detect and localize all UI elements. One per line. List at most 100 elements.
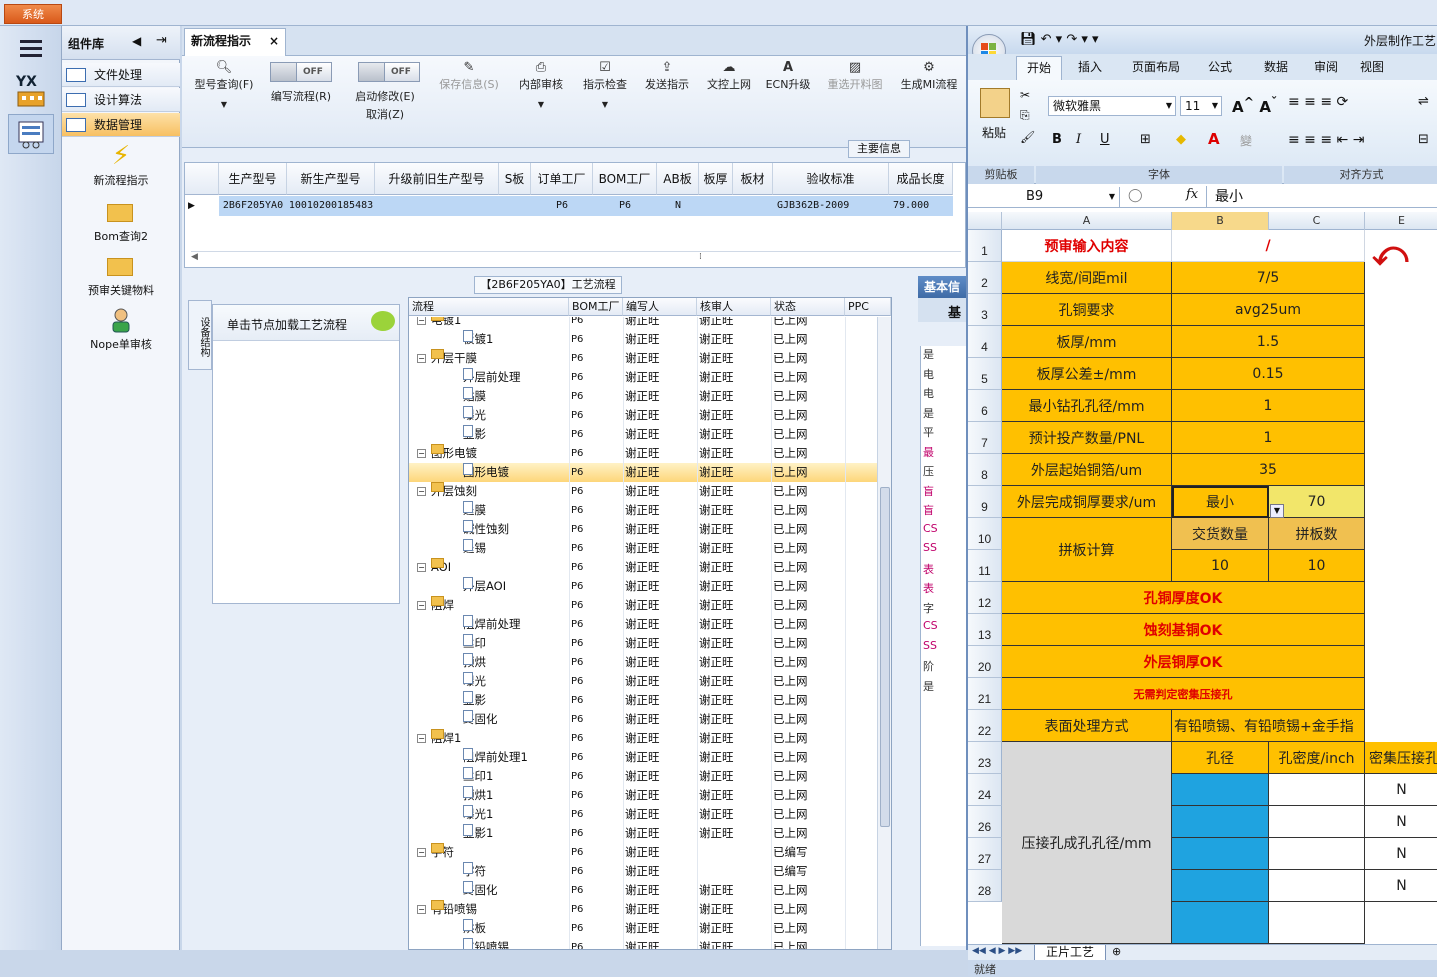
column-header-a[interactable]: A [1002,212,1172,230]
cell-c10[interactable]: 拼板数 [1269,518,1365,550]
cell-a23[interactable]: 压接孔成孔孔径/mm [1002,742,1172,944]
scrollbar-thumb[interactable] [880,487,890,827]
tree-row[interactable]: 字符 P6 谢正旺 已编写 [409,862,891,881]
grid-column-header[interactable]: 升级前旧生产型号 [375,163,499,195]
grid-cell[interactable]: 2B6F205YA0 [219,196,287,216]
row-header[interactable]: 20 [968,646,1002,678]
name-box[interactable]: B9 ▼ [968,187,1120,207]
row-header[interactable]: 5 [968,358,1002,390]
grid-column-header[interactable]: BOM工厂 [593,163,657,195]
ribbon-tab[interactable]: 页面布局 [1132,58,1180,75]
collapse-toggle-icon[interactable]: − [417,487,426,496]
row-header[interactable]: 4 [968,326,1002,358]
tree-row[interactable]: 阻焊− P6 谢正旺 谢正旺 已上网 [409,596,891,615]
cell-b3[interactable]: avg25um [1172,294,1365,326]
row-header[interactable]: 7 [968,422,1002,454]
tree-row[interactable]: 烘板 P6 谢正旺 谢正旺 已上网 [409,919,891,938]
ribbon-tab[interactable]: 审阅 [1314,58,1338,75]
grid-column-header[interactable]: 成品长度 [889,163,953,195]
collapse-toggle-icon[interactable]: − [417,905,426,914]
tree-row[interactable]: 显影1 P6 谢正旺 谢正旺 已上网 [409,824,891,843]
grid-cell[interactable] [375,196,499,216]
grid-column-header[interactable]: 验收标准 [773,163,889,195]
cell-b29[interactable] [1172,902,1269,944]
collapse-toggle-icon[interactable]: − [417,848,426,857]
cell-a10[interactable]: 拼板计算 [1002,518,1172,582]
basic-info-tab[interactable]: 基本信 [918,276,966,298]
ribbon-tab[interactable]: 数据 [1264,58,1288,75]
row-header[interactable]: 21 [968,678,1002,710]
cell-a7[interactable]: 预计投产数量/PNL [1002,422,1172,454]
collapse-toggle-icon[interactable]: − [417,354,426,363]
row-header[interactable]: 6 [968,390,1002,422]
cell-a2[interactable]: 线宽/间距mil [1002,262,1172,294]
grid-cell[interactable] [699,196,733,216]
cell-a1[interactable]: 预审输入内容 [1002,230,1172,262]
cell-a4[interactable]: 板厚/mm [1002,326,1172,358]
cell-b5[interactable]: 0.15 [1172,358,1365,390]
row-header[interactable]: 28 [968,870,1002,902]
tree-row[interactable]: 终固化 P6 谢正旺 谢正旺 已上网 [409,881,891,900]
tree-row[interactable]: 有铅喷锡 − P6 谢正旺 谢正旺 已上网 [409,900,891,919]
tree-row[interactable]: 碱性蚀刻 P6 谢正旺 谢正旺 已上网 [409,520,891,539]
row-header[interactable]: 22 [968,710,1002,742]
cell-c26[interactable] [1269,806,1365,838]
tab-new-flow-instruction[interactable]: 新流程指示 × [184,28,286,56]
grid-cell[interactable]: N [657,196,699,216]
cell-b27[interactable] [1172,838,1269,870]
ribbon-tab[interactable]: 插入 [1078,58,1102,75]
internal-review-button[interactable]: ⎙ 内部审核 ▼ [512,60,570,109]
hamburger-menu-icon[interactable] [8,28,54,68]
cell-b28[interactable] [1172,870,1269,902]
cell-a12[interactable]: 孔铜厚度OK [1002,582,1365,614]
write-flow-toggle[interactable]: OFF [270,62,332,82]
ecn-upgrade-button[interactable]: A ECN升级 [762,60,814,92]
cell-b23[interactable]: 孔径 [1172,742,1269,774]
cell-c28[interactable] [1269,870,1365,902]
tool-bom-query[interactable]: Bom查询2 [62,198,180,244]
tree-row[interactable]: 板镀1 P6 谢正旺 谢正旺 已上网 [409,330,891,349]
collapse-toggle-icon[interactable]: − [417,563,426,572]
cut-icon[interactable]: ✂ [1020,88,1030,102]
yx-factory-icon[interactable]: YX [8,70,54,110]
align-top-icon[interactable]: ≡ ≡ ≡ ⟳ [1288,94,1348,110]
cell-e27[interactable]: N [1365,838,1437,870]
cell-a3[interactable]: 孔铜要求 [1002,294,1172,326]
tree-row[interactable]: 终固化 P6 谢正旺 谢正旺 已上网 [409,710,891,729]
instruction-check-button[interactable]: ☑ 指示检查 ▼ [576,60,634,109]
grid-column-header[interactable]: S板 [499,163,531,195]
grid-cell[interactable]: GJB362B-2009 [773,196,889,216]
dock-panel-icon[interactable]: ⇥ [156,33,167,48]
save-info-button[interactable]: ✎ 保存信息(S) [432,60,506,92]
tree-row[interactable]: 图形电镀 P6 谢正旺 谢正旺 已上网 [409,463,891,482]
system-menu-tab[interactable]: 系统 [4,4,62,24]
grid-cell[interactable]: P6 [593,196,657,216]
copy-icon[interactable]: ⎘ [1020,108,1030,123]
tree-column-header[interactable]: 核审人 [697,298,771,316]
vertical-scrollbar[interactable] [877,317,891,949]
generate-mi-button[interactable]: ⚙ 生成MI流程 [894,60,964,92]
cell-b9[interactable]: 最小 [1172,486,1269,518]
tree-row[interactable]: 显影 P6 谢正旺 谢正旺 已上网 [409,691,891,710]
ribbon-tab[interactable]: 公式 [1208,58,1232,75]
row-header[interactable]: 2 [968,262,1002,294]
tree-row[interactable]: 曝光 P6 谢正旺 谢正旺 已上网 [409,406,891,425]
border-icon[interactable]: ⊞ [1140,132,1151,147]
grid-column-header[interactable]: 新生产型号 [287,163,375,195]
sheet-tab[interactable]: 正片工艺 [1034,945,1106,961]
row-header[interactable]: 13 [968,614,1002,646]
grid-cell[interactable] [733,196,773,216]
tool-new-flow-instruction[interactable]: ⚡ 新流程指示 [62,140,180,188]
tree-row[interactable]: 退锡 P6 谢正旺 谢正旺 已上网 [409,539,891,558]
dropdown-arrow-icon[interactable]: ▼ [1270,504,1284,518]
tree-row[interactable]: 贴膜 P6 谢正旺 谢正旺 已上网 [409,387,891,406]
select-all-corner[interactable] [968,212,1002,230]
grid-column-header[interactable]: 订单工厂 [531,163,593,195]
tree-column-header[interactable]: 编写人 [623,298,697,316]
cell-a8[interactable]: 外层起始铜箔/um [1002,454,1172,486]
tree-row[interactable]: 曝光1 P6 谢正旺 谢正旺 已上网 [409,805,891,824]
row-header[interactable]: 12 [968,582,1002,614]
tree-row[interactable]: 预烘1 P6 谢正旺 谢正旺 已上网 [409,786,891,805]
data-tools-icon[interactable] [8,114,54,154]
reselect-material-button[interactable]: ▨ 重选开料图 [820,60,890,92]
